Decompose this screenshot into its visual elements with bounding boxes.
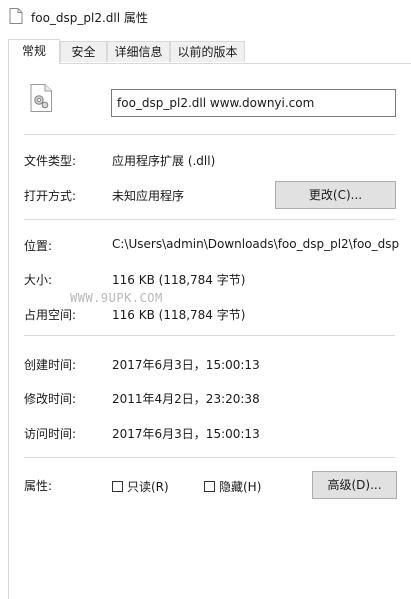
readonly-checkbox[interactable]: 只读(R) (112, 478, 169, 495)
readonly-checkbox-label: 只读(R) (127, 480, 169, 494)
separator (24, 335, 395, 336)
document-icon (9, 8, 23, 24)
hidden-checkbox-box[interactable] (204, 481, 215, 492)
accessed-value: 2017年6月3日，15:00:13 (112, 427, 260, 441)
change-button[interactable]: 更改(C)... (275, 181, 396, 209)
window-title: foo_dsp_pl2.dll 属性 (31, 11, 148, 25)
size-label: 大小: (24, 273, 53, 287)
accessed-label: 访问时间: (24, 427, 77, 441)
watermark-text: WWW.9UPK.COM (70, 291, 163, 305)
dll-gear-file-icon (29, 84, 53, 112)
tab-details[interactable]: 详细信息 (107, 41, 170, 62)
location-label: 位置: (24, 239, 53, 253)
size-on-disk-label: 占用空间: (24, 308, 77, 322)
hidden-checkbox-label: 隐藏(H) (219, 480, 262, 494)
tab-previous-versions[interactable]: 以前的版本 (170, 41, 245, 62)
created-label: 创建时间: (24, 358, 77, 372)
open-with-label: 打开方式: (24, 189, 77, 203)
separator (24, 134, 395, 135)
title-bar: foo_dsp_pl2.dll 属性 (0, 0, 411, 34)
hidden-checkbox[interactable]: 隐藏(H) (204, 478, 261, 495)
file-type-value: 应用程序扩展 (.dll) (112, 154, 216, 168)
size-on-disk-value: 116 KB (118,784 字节) (112, 308, 246, 322)
modified-label: 修改时间: (24, 392, 77, 406)
tab-bar: 常规 安全 详细信息 以前的版本 (8, 39, 408, 64)
general-panel (8, 63, 411, 599)
advanced-button[interactable]: 高级(D)... (312, 471, 397, 499)
tab-security[interactable]: 安全 (60, 41, 107, 62)
modified-value: 2011年4月2日，23:20:38 (112, 392, 260, 406)
attributes-label: 属性: (24, 479, 53, 493)
readonly-checkbox-box[interactable] (112, 481, 123, 492)
tab-general[interactable]: 常规 (8, 39, 60, 64)
separator (24, 219, 395, 220)
open-with-value: 未知应用程序 (112, 189, 185, 203)
file-name-field[interactable]: foo_dsp_pl2.dll www.downyi.com (111, 89, 396, 117)
location-value: C:\Users\admin\Downloads\foo_dsp_pl2\foo… (112, 237, 400, 251)
created-value: 2017年6月3日，15:00:13 (112, 358, 260, 372)
file-type-label: 文件类型: (24, 154, 77, 168)
separator (24, 457, 395, 458)
size-value: 116 KB (118,784 字节) (112, 273, 246, 287)
